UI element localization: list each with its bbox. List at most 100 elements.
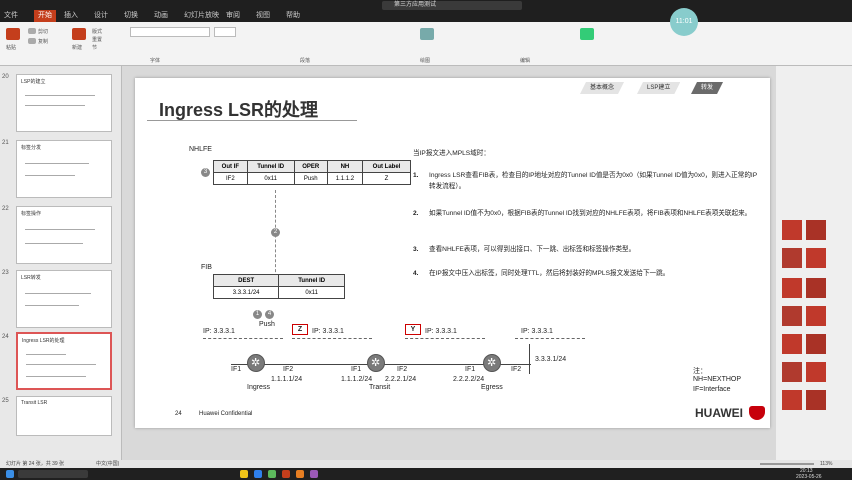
designer-icon[interactable] xyxy=(580,28,594,40)
tab-1[interactable]: 开始 xyxy=(34,10,56,22)
slide-canvas[interactable]: 基本概念 LSP建立 转发 Ingress LSR的处理 NHLFE 3 Out… xyxy=(135,78,770,428)
design-suggestion[interactable] xyxy=(806,362,826,382)
tab-4[interactable]: 切换 xyxy=(124,10,138,22)
paste-label: 粘贴 xyxy=(6,45,17,51)
design-suggestion[interactable] xyxy=(782,390,802,410)
tab-7[interactable]: 审阅 xyxy=(226,10,240,22)
step-marker: 1 xyxy=(253,310,262,319)
slide-thumbnail[interactable]: LSP的建立 xyxy=(16,74,112,132)
layout-label[interactable]: 版式 xyxy=(92,28,102,35)
taskbar-search-input[interactable] xyxy=(18,470,88,478)
design-suggestion[interactable] xyxy=(782,278,802,298)
thumb-title: LSR转发 xyxy=(21,275,41,281)
powerpoint-icon[interactable] xyxy=(282,470,290,478)
design-suggestion[interactable] xyxy=(806,248,826,268)
step-marker: 3 xyxy=(201,168,210,177)
design-suggestion[interactable] xyxy=(806,278,826,298)
note-heading: 注： xyxy=(693,368,707,375)
packet-ip: IP: 3.3.3.1 xyxy=(425,328,457,335)
slide-thumbnail[interactable]: 标签操作 xyxy=(16,206,112,264)
table-header-cell: Out IF xyxy=(213,160,248,173)
slide-thumbnail[interactable]: 标签分发 xyxy=(16,140,112,198)
tab-6[interactable]: 幻灯片放映 xyxy=(184,10,219,22)
browser-icon[interactable] xyxy=(254,470,262,478)
new-slide-icon[interactable] xyxy=(72,28,86,40)
slide-title: Ingress LSR的处理 xyxy=(159,100,319,120)
zoom-slider[interactable] xyxy=(760,463,814,465)
section-label[interactable]: 节 xyxy=(92,44,97,51)
flow-arrow xyxy=(405,338,485,339)
interface-label: IF2 xyxy=(511,366,522,373)
table-cell: IF2 xyxy=(213,172,248,185)
table-cell: Push xyxy=(293,172,328,185)
tab-3[interactable]: 设计 xyxy=(94,10,108,22)
table-header-cell: NH xyxy=(326,160,363,173)
table-cell: Z xyxy=(361,172,412,185)
design-suggestion[interactable] xyxy=(806,334,826,354)
table-cell: 1.1.1.2 xyxy=(326,172,363,185)
intro-text: 当IP报文进入MPLS域时： xyxy=(413,150,490,157)
nav-breadcrumb-2: LSP建立 xyxy=(637,82,680,94)
router-icon xyxy=(367,354,385,372)
tab-2[interactable]: 插入 xyxy=(64,10,78,22)
slide-number: 25 xyxy=(2,398,9,404)
slide-thumbnail-selected[interactable]: Ingress LSR的处理 xyxy=(16,332,112,390)
page-number: 24 xyxy=(175,411,182,417)
status-bar: 幻灯片 第 24 张，共 39 张 中文(中国) 113% xyxy=(0,460,852,468)
design-suggestion[interactable] xyxy=(782,362,802,382)
shapes-icon[interactable] xyxy=(420,28,434,40)
paste-icon[interactable] xyxy=(6,28,20,40)
copy-icon[interactable] xyxy=(28,38,36,44)
file-explorer-icon[interactable] xyxy=(240,470,248,478)
design-suggestion[interactable] xyxy=(782,306,802,326)
slide-number: 22 xyxy=(2,206,9,212)
cut-icon[interactable] xyxy=(28,28,36,34)
tab-9[interactable]: 帮助 xyxy=(286,10,300,22)
design-suggestion[interactable] xyxy=(782,220,802,240)
packet-ip: IP: 3.3.3.1 xyxy=(312,328,344,335)
label-box: Y xyxy=(405,324,421,335)
step-text: Ingress LSR查看FIB表，检查目的IP地址对应的Tunnel ID值是… xyxy=(429,172,758,190)
slide-thumbnail[interactable]: Transit LSR xyxy=(16,396,112,436)
zoom-level[interactable]: 113% xyxy=(820,460,832,468)
notification-banner[interactable]: 第三方应用测试 xyxy=(382,1,522,10)
font-size-select[interactable] xyxy=(214,27,236,37)
slide-number: 24 xyxy=(2,334,9,340)
router-name: Ingress xyxy=(247,384,270,391)
app-icon[interactable] xyxy=(310,470,318,478)
table-cell: 3.3.3.1/24 xyxy=(212,286,280,299)
dest-network-label: 3.3.3.1/24 xyxy=(535,356,567,363)
design-suggestion[interactable] xyxy=(806,306,826,326)
slide-thumbnail[interactable]: LSR转发 xyxy=(16,270,112,328)
reset-label[interactable]: 重置 xyxy=(92,36,102,43)
table-header-cell: DEST xyxy=(212,274,280,287)
nhlfe-label: NHLFE xyxy=(189,146,212,153)
language-status[interactable]: 中文(中国) xyxy=(96,460,119,468)
design-suggestion[interactable] xyxy=(806,390,826,410)
design-suggestion[interactable] xyxy=(782,248,802,268)
tab-8[interactable]: 视图 xyxy=(256,10,270,22)
tab-5[interactable]: 动画 xyxy=(154,10,168,22)
slide-thumbnail-pane: 20 LSP的建立 21 标签分发 22 标签操作 23 LSR转发 24 In… xyxy=(0,66,122,460)
font-name-select[interactable] xyxy=(130,27,210,37)
app-icon[interactable] xyxy=(268,470,276,478)
design-suggestion[interactable] xyxy=(782,334,802,354)
step-text: 如果Tunnel ID值不为0x0，根据FIB表的Tunnel ID找到对应的N… xyxy=(429,210,752,217)
note-line: NH=NEXTHOP xyxy=(693,376,742,383)
step-number: 1. xyxy=(413,172,419,179)
design-suggestion[interactable] xyxy=(806,220,826,240)
table-header-row: Out IF Tunnel ID OPER NH Out Label xyxy=(213,160,412,173)
thumb-title: 标签操作 xyxy=(21,211,42,217)
app-icon[interactable] xyxy=(296,470,304,478)
tab-0[interactable]: 文件 xyxy=(4,10,18,22)
table-row: IF2 0x11 Push 1.1.1.2 Z xyxy=(213,172,412,185)
step-text: 在IP报文中压入出标签，同时处理TTL，然后将封装好的MPLS报文发送给下一跳。 xyxy=(429,270,670,277)
new-slide-label: 新建 xyxy=(72,45,83,51)
interface-label: IF1 xyxy=(231,366,242,373)
clock-badge: 11:01 xyxy=(670,8,698,36)
flow-arrow xyxy=(292,338,372,339)
start-icon[interactable] xyxy=(6,470,14,478)
table-cell: 0x11 xyxy=(278,286,345,299)
huawei-logo-icon xyxy=(749,406,765,420)
confidential-footer: Huawei Confidential xyxy=(199,411,253,417)
